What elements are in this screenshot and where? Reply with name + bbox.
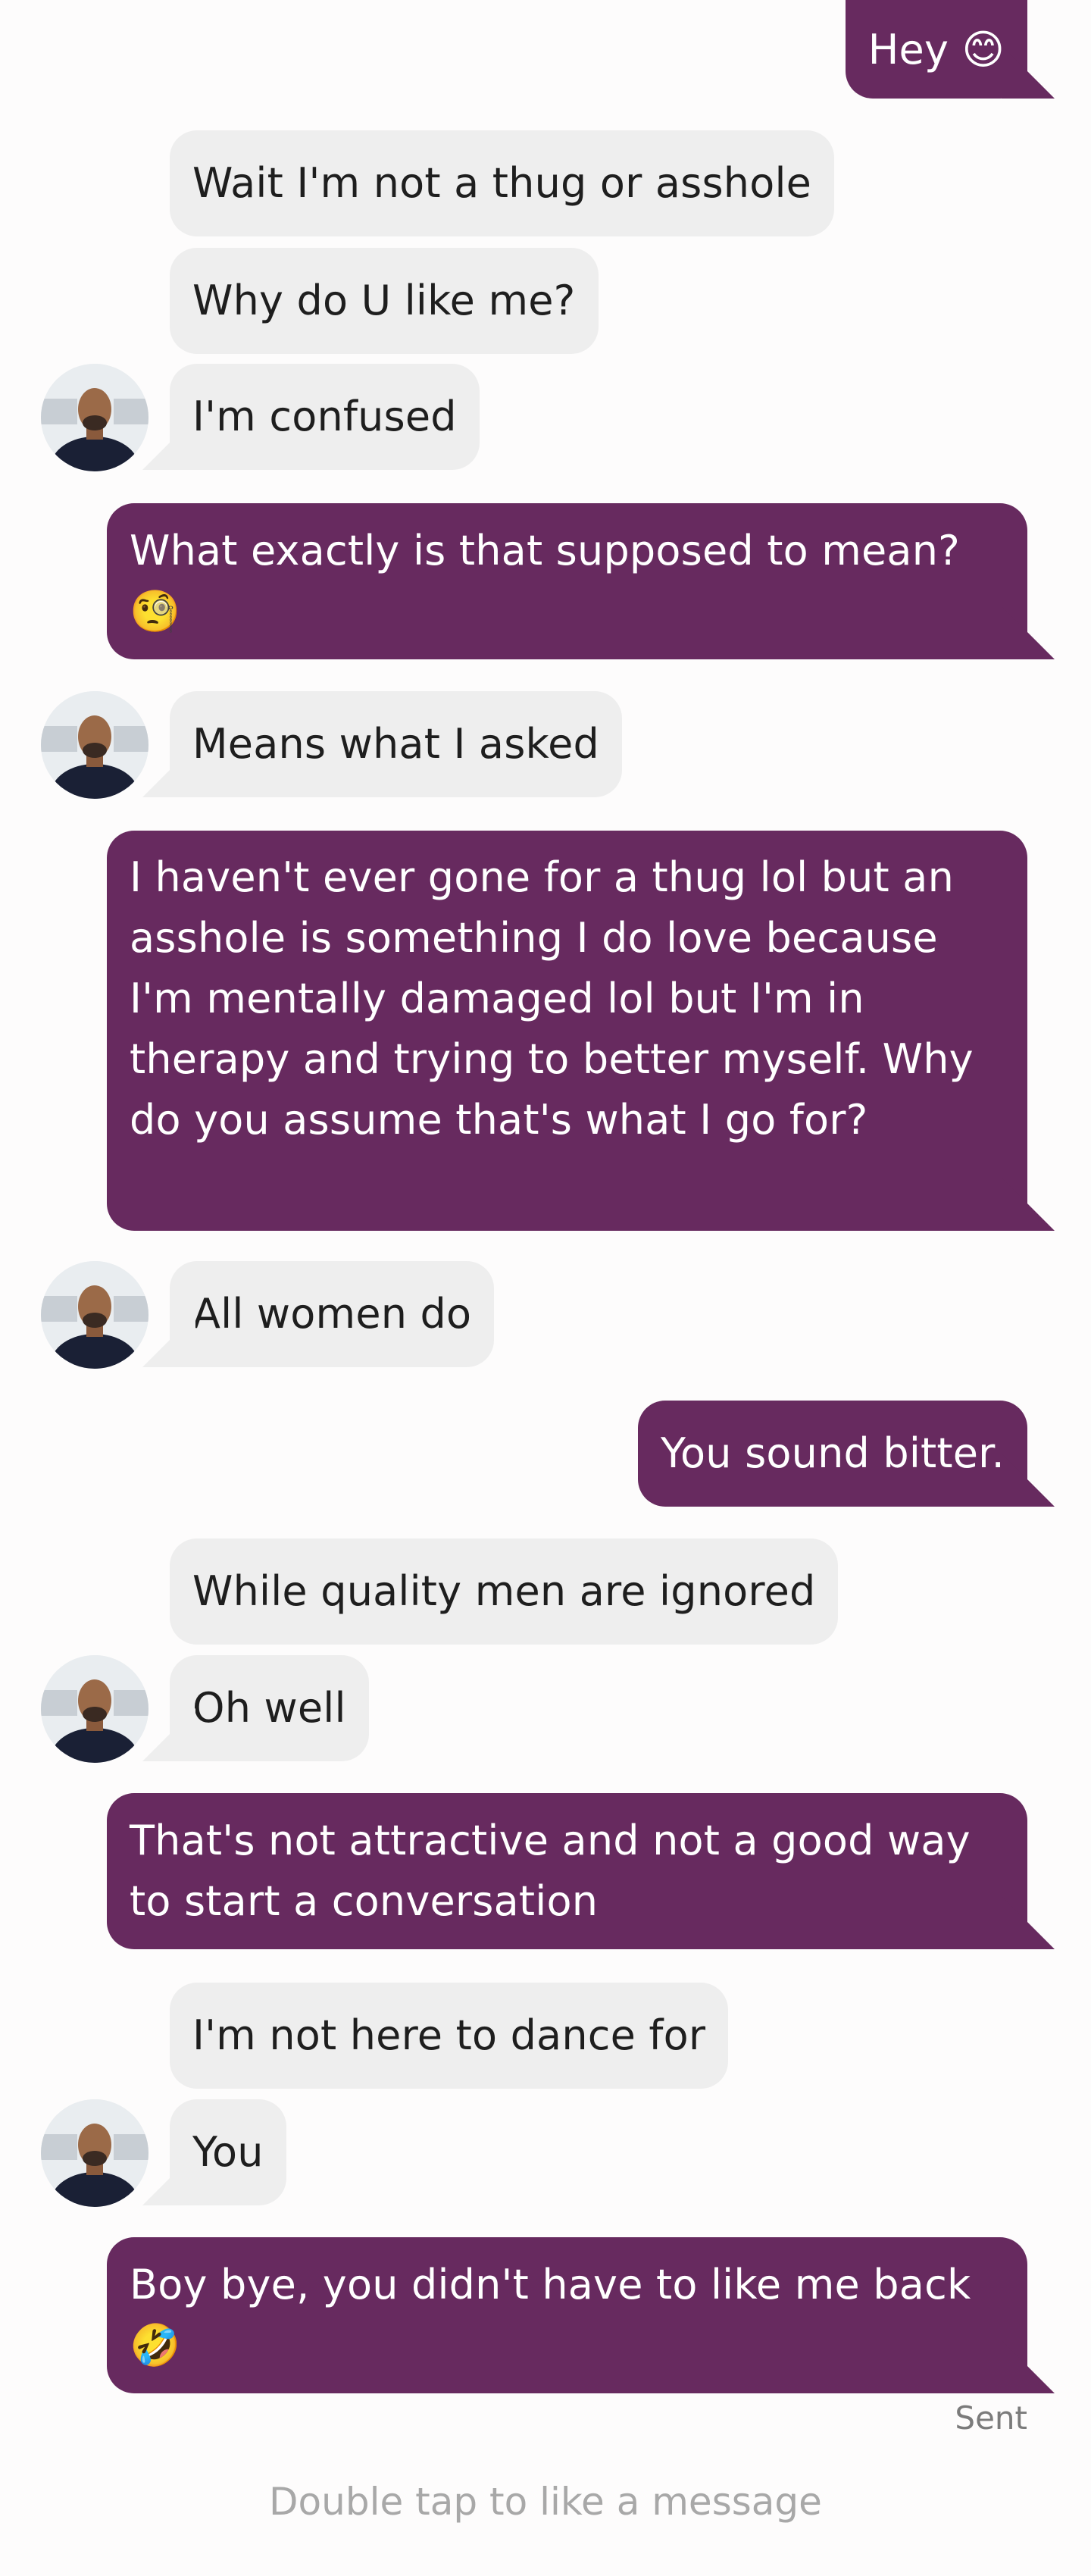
profile-photo-avatar [41,364,148,471]
avatar[interactable] [41,364,148,471]
incoming-message[interactable]: Wait I'm not a thug or asshole [170,130,835,236]
incoming-message[interactable]: I'm confused [170,364,480,470]
incoming-message[interactable]: While quality men are ignored [170,1538,839,1645]
profile-photo-avatar [41,2099,148,2207]
profile-photo-avatar [41,1655,148,1763]
incoming-message[interactable]: Oh well [170,1655,369,1761]
profile-photo-avatar [41,691,148,799]
outgoing-message[interactable]: Hey 😊 [845,0,1027,99]
outgoing-message[interactable]: What exactly is that supposed to mean? 🧐 [107,503,1027,659]
avatar[interactable] [41,691,148,799]
outgoing-message[interactable]: Boy bye, you didn't have to like me back… [107,2237,1027,2393]
outgoing-message[interactable]: You sound bitter. [638,1401,1027,1507]
profile-photo-avatar [41,1261,148,1369]
incoming-message[interactable]: Means what I asked [170,691,623,797]
double-tap-hint: Double tap to like a message [269,2480,822,2524]
outgoing-message[interactable]: That's not attractive and not a good way… [107,1793,1027,1949]
incoming-message[interactable]: I'm not here to dance for [170,1983,729,2089]
incoming-message[interactable]: You [170,2099,286,2205]
avatar[interactable] [41,1261,148,1369]
avatar[interactable] [41,2099,148,2207]
chat-thread: Hey 😊 Wait I'm not a thug or asshole Why… [0,0,1091,2576]
avatar[interactable] [41,1655,148,1763]
incoming-message[interactable]: Why do U like me? [170,248,599,354]
sent-status: Sent [955,2399,1027,2437]
incoming-message[interactable]: All women do [170,1261,495,1367]
outgoing-message[interactable]: I haven't ever gone for a thug lol but a… [107,831,1027,1231]
